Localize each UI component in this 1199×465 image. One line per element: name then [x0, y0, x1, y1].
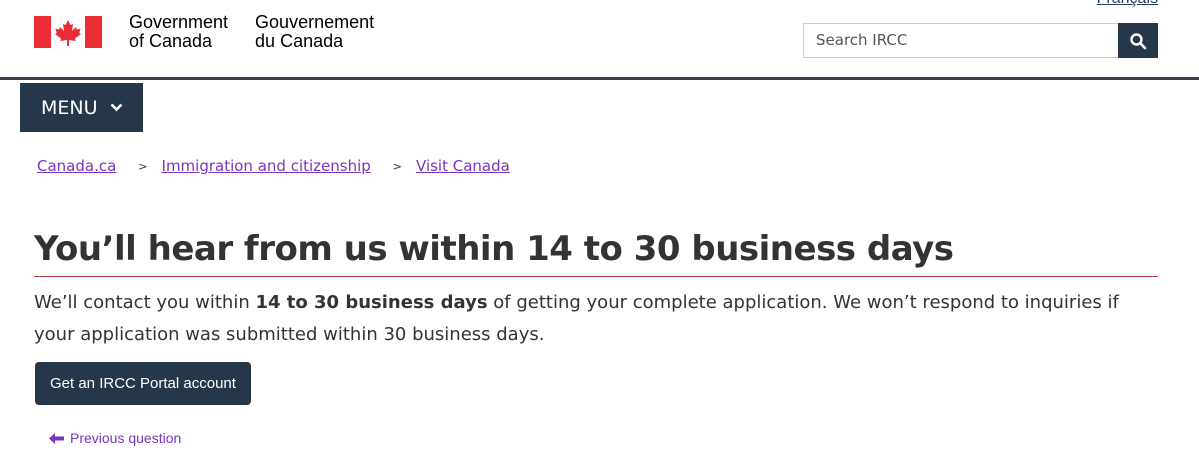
breadcrumb-separator: >	[138, 159, 148, 173]
breadcrumb: Canada.ca > Immigration and citizenship …	[37, 157, 510, 175]
signature-text: Government of Canada Gouvernement du Can…	[129, 13, 401, 51]
signature-english: Government of Canada	[129, 13, 228, 51]
previous-question-label: Previous question	[70, 430, 182, 446]
signature-fr-line-2: du Canada	[255, 31, 344, 51]
menu-button[interactable]: MENU	[20, 83, 143, 132]
chevron-down-icon	[110, 103, 122, 112]
signature-en-line-2: of Canada	[129, 31, 213, 51]
signature-en-line-1: Government	[129, 12, 229, 32]
breadcrumb-link-canada[interactable]: Canada.ca	[37, 157, 116, 175]
search-icon	[1130, 32, 1147, 49]
previous-question-link[interactable]: Previous question	[49, 430, 181, 446]
government-signature[interactable]: Government of Canada Gouvernement du Can…	[34, 13, 401, 51]
breadcrumb-link-visit-canada[interactable]: Visit Canada	[416, 157, 510, 175]
arrow-left-icon	[49, 432, 64, 444]
page-title: You’ll hear from us within 14 to 30 busi…	[34, 228, 1158, 277]
canada-flag-icon	[34, 16, 102, 48]
breadcrumb-link-immigration[interactable]: Immigration and citizenship	[162, 157, 371, 175]
contact-paragraph: We’ll contact you within 14 to 30 busine…	[34, 287, 1158, 351]
site-header: Government of Canada Gouvernement du Can…	[0, 0, 1199, 80]
search-button[interactable]	[1118, 23, 1158, 58]
menu-label: MENU	[41, 96, 98, 119]
paragraph-emphasis: 14 to 30 business days	[255, 292, 488, 313]
get-portal-account-button[interactable]: Get an IRCC Portal account	[35, 362, 251, 405]
breadcrumb-separator: >	[392, 159, 403, 173]
signature-french: Gouvernement du Canada	[255, 13, 374, 51]
search-input[interactable]: Search IRCC	[803, 23, 1118, 58]
signature-fr-line-1: Gouvernement	[255, 12, 375, 32]
search-bar: Search IRCC	[803, 23, 1158, 58]
paragraph-text-start: We’ll contact you within	[34, 292, 256, 313]
